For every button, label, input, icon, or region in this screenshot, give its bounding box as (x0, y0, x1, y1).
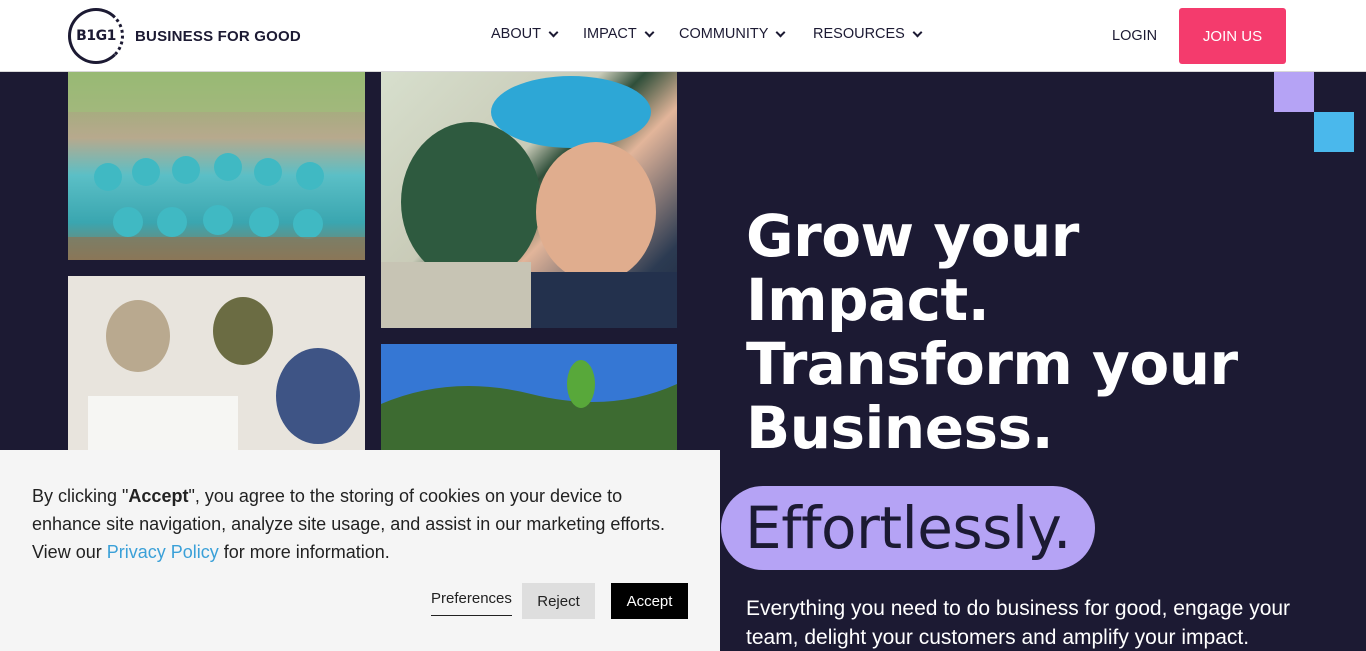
chevron-down-icon (644, 27, 655, 37)
accept-button[interactable]: Accept (611, 583, 688, 619)
meeting-illustration (68, 276, 365, 452)
landscape-illustration (381, 344, 677, 452)
hero-title-line: Grow your (746, 202, 1079, 270)
decorative-square-purple (1274, 72, 1314, 112)
site-header: B1G1 BUSINESS FOR GOOD ABOUT IMPACT COMM… (0, 0, 1366, 72)
hero-title-line: Business. (746, 394, 1054, 462)
login-link[interactable]: LOGIN (1112, 28, 1157, 44)
nav-about[interactable]: ABOUT (491, 26, 559, 42)
logo-text: BUSINESS FOR GOOD (135, 27, 301, 45)
nav-about-label: ABOUT (491, 26, 541, 42)
cookie-text-before: By clicking " (32, 486, 129, 506)
volunteers-group-photo (68, 72, 365, 260)
decorative-square-blue (1314, 112, 1354, 152)
reject-button[interactable]: Reject (522, 583, 595, 619)
hero-title-line: Impact. (746, 266, 990, 334)
embrace-photo (381, 72, 677, 328)
cookie-text-bold: Accept (128, 486, 189, 506)
hero-title-line: Transform your (746, 330, 1238, 398)
logo-mark: B1G1 (68, 8, 124, 64)
cookie-text-end: for more information. (218, 542, 390, 562)
volunteers-illustration (68, 72, 365, 260)
privacy-policy-link[interactable]: Privacy Policy (107, 542, 219, 562)
nav-resources-label: RESOURCES (813, 26, 905, 42)
meeting-photo (68, 276, 365, 452)
nav-impact-label: IMPACT (583, 26, 637, 42)
nav-community[interactable]: COMMUNITY (679, 26, 786, 42)
chevron-down-icon (548, 27, 559, 37)
preferences-button[interactable]: Preferences (431, 590, 512, 616)
landscape-photo (381, 344, 677, 452)
hero-subtitle: Everything you need to do business for g… (746, 597, 1291, 649)
cookie-banner: By clicking "Accept", you agree to the s… (0, 450, 720, 651)
nav-resources[interactable]: RESOURCES (813, 26, 923, 42)
hero-highlight-pill: Effortlessly. (721, 486, 1095, 570)
hero-title: Grow your Impact. Transform your Busines… (746, 204, 1346, 460)
embrace-illustration (381, 76, 677, 328)
chevron-down-icon (912, 27, 923, 37)
cookie-message: By clicking "Accept", you agree to the s… (32, 482, 692, 566)
join-us-button[interactable]: JOIN US (1179, 8, 1286, 64)
nav-impact[interactable]: IMPACT (583, 26, 655, 42)
chevron-down-icon (775, 27, 786, 37)
nav-community-label: COMMUNITY (679, 26, 769, 42)
b1g1-logo[interactable]: B1G1 BUSINESS FOR GOOD (68, 8, 308, 64)
